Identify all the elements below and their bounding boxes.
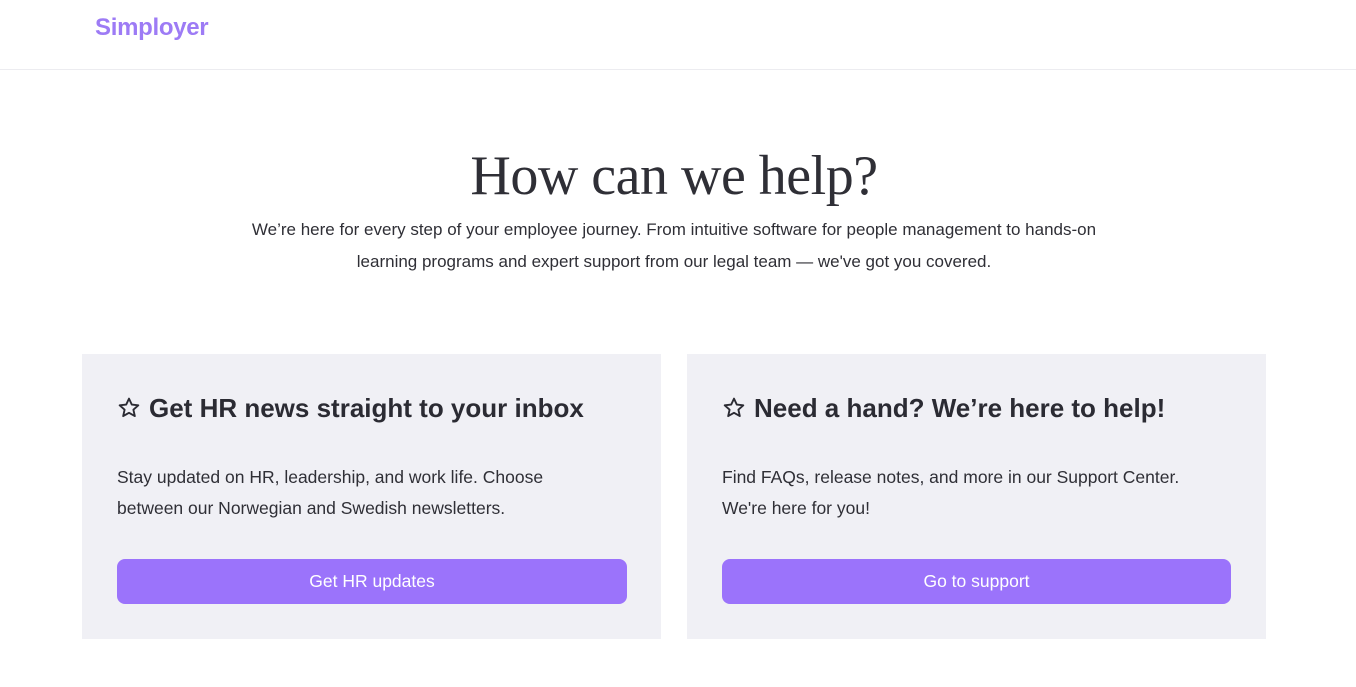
newsletter-card-title-text: Get HR news straight to your inbox — [149, 393, 584, 423]
support-card-description-line-2: We're here for you! — [722, 498, 870, 518]
star-icon — [117, 396, 141, 420]
site-header: Simployer — [0, 0, 1356, 70]
get-hr-updates-button[interactable]: Get HR updates — [117, 559, 627, 604]
support-card-description-line-1: Find FAQs, release notes, and more in ou… — [722, 467, 1180, 487]
hero-subtitle-line-2: learning programs and expert support fro… — [356, 252, 992, 271]
support-card-title-text: Need a hand? We’re here to help! — [754, 393, 1166, 423]
support-card-description: Find FAQs, release notes, and more in ou… — [722, 462, 1222, 524]
newsletter-card: Get HR news straight to your inbox Stay … — [82, 354, 661, 639]
support-card: Need a hand? We’re here to help! Find FA… — [687, 354, 1266, 639]
go-to-support-button[interactable]: Go to support — [722, 559, 1231, 604]
support-card-title: Need a hand? We’re here to help! — [722, 392, 1165, 424]
page-title: How can we help? — [470, 145, 878, 207]
simployer-logo[interactable]: Simployer — [95, 14, 209, 42]
hero-subtitle: We’re here for every step of your employ… — [200, 214, 1148, 278]
newsletter-card-description: Stay updated on HR, leadership, and work… — [117, 462, 617, 524]
star-icon — [722, 396, 746, 420]
hero-subtitle-line-1: We’re here for every step of your employ… — [251, 220, 1097, 239]
newsletter-card-description-line-1: Stay updated on HR, leadership, and work… — [117, 467, 544, 487]
newsletter-card-description-line-2: between our Norwegian and Swedish newsle… — [117, 498, 506, 518]
newsletter-card-title: Get HR news straight to your inbox — [117, 392, 584, 424]
